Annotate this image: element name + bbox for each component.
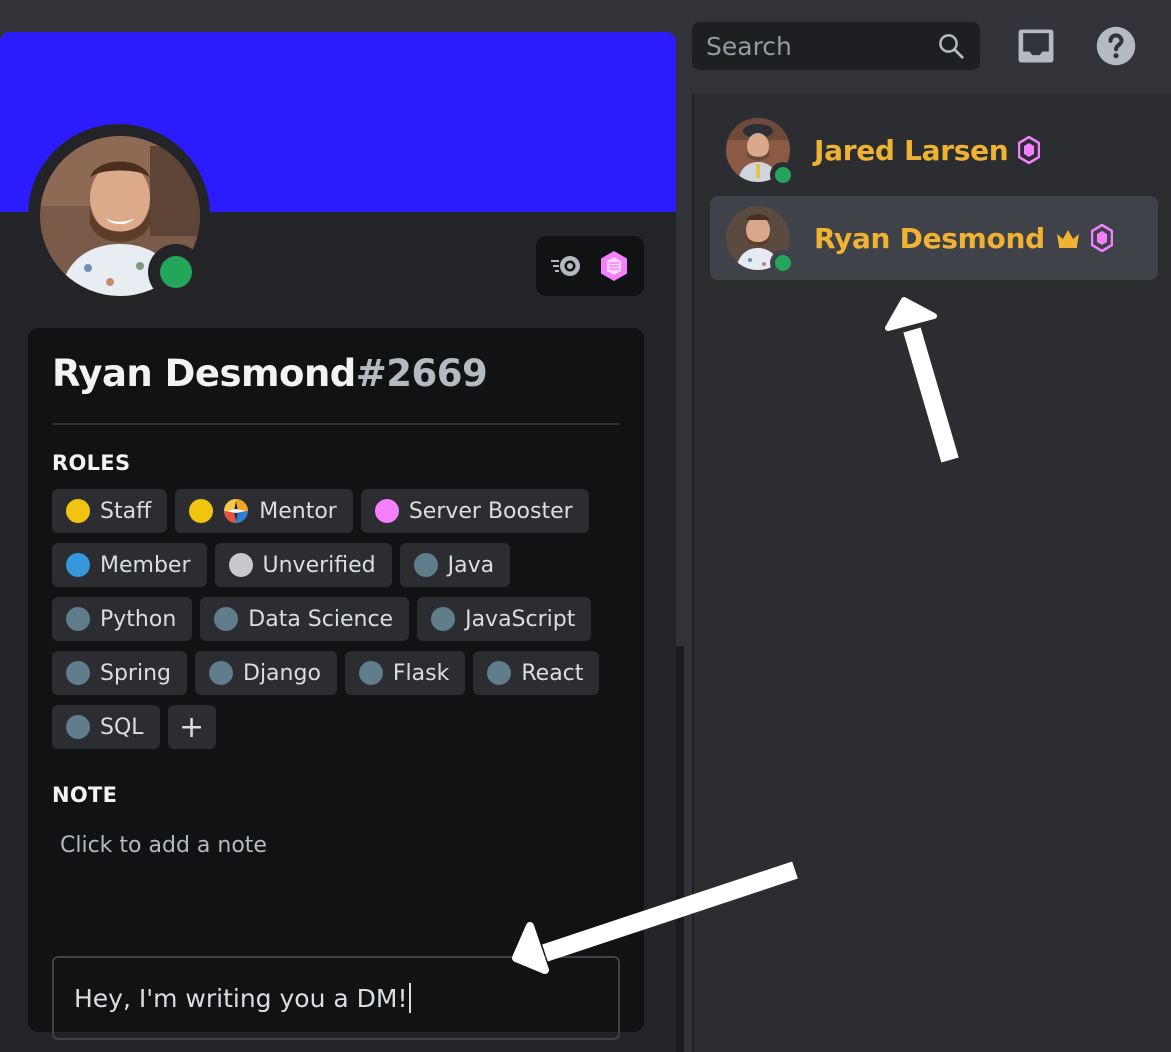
- role-label: Server Booster: [408, 498, 573, 524]
- role-color-dot[interactable]: [228, 553, 253, 577]
- role-pill[interactable]: Python: [52, 597, 193, 641]
- member-list: Jared Larsen Ryan Desmond: [692, 94, 1171, 1052]
- note-title: NOTE: [52, 783, 118, 807]
- profile-badges: [536, 236, 644, 296]
- role-color-dot[interactable]: [66, 499, 90, 523]
- role-color-dot[interactable]: [66, 553, 90, 577]
- profile-username: Ryan Desmond#2669: [52, 352, 620, 395]
- discriminator: #2669: [355, 352, 488, 395]
- compass-icon: [224, 499, 249, 523]
- profile-card: Ryan Desmond#2669 ROLES Staff Mentor Ser…: [28, 328, 644, 1040]
- server-boost-icon[interactable]: [597, 249, 631, 283]
- role-color-dot[interactable]: [374, 499, 399, 523]
- note-input[interactable]: Click to add a note: [60, 833, 620, 858]
- inbox-icon[interactable]: [1014, 24, 1058, 68]
- role-color-dot[interactable]: [214, 607, 239, 631]
- role-pill[interactable]: Django: [195, 651, 337, 695]
- roles-list: Staff Mentor Server Booster Member Unver…: [52, 489, 612, 749]
- search-placeholder: Search: [706, 31, 792, 61]
- user-profile-popout: Ryan Desmond#2669 ROLES Staff Mentor Ser…: [0, 32, 676, 1052]
- role-color-dot[interactable]: [413, 553, 438, 577]
- online-status-icon: [770, 250, 796, 276]
- role-pill[interactable]: Spring: [52, 651, 187, 695]
- role-label: SQL: [100, 714, 144, 740]
- search-input[interactable]: Search: [692, 22, 980, 70]
- role-color-dot[interactable]: [66, 661, 90, 685]
- role-pill[interactable]: SQL: [52, 705, 160, 749]
- divider: [52, 423, 620, 425]
- role-label: Data Science: [248, 606, 394, 632]
- role-color-dot[interactable]: [66, 715, 90, 739]
- role-label: Member: [100, 552, 191, 578]
- role-label: Unverified: [262, 552, 376, 578]
- online-status-icon: [148, 244, 204, 300]
- role-pill[interactable]: Server Booster: [360, 489, 589, 533]
- member-name: Jared Larsen: [814, 133, 1009, 167]
- role-pill[interactable]: Data Science: [200, 597, 410, 641]
- nitro-icon[interactable]: [549, 249, 583, 283]
- role-pill[interactable]: Staff: [52, 489, 168, 533]
- display-name: Ryan Desmond: [52, 352, 356, 395]
- scrollbar[interactable]: [676, 646, 684, 1052]
- avatar: [726, 118, 796, 188]
- role-pill[interactable]: Mentor: [175, 489, 353, 533]
- role-label: Flask: [392, 660, 450, 686]
- message-input[interactable]: Hey, I'm writing you a DM!: [52, 956, 620, 1040]
- role-color-dot[interactable]: [431, 607, 456, 631]
- role-pill[interactable]: JavaScript: [417, 597, 592, 641]
- nitro-boost-icon: [1018, 136, 1041, 164]
- role-color-dot[interactable]: [209, 661, 233, 685]
- role-pill[interactable]: React: [473, 651, 600, 695]
- role-color-dot[interactable]: [189, 499, 214, 523]
- member-item[interactable]: Jared Larsen: [710, 108, 1158, 192]
- avatar: [726, 206, 796, 276]
- search-icon: [939, 34, 964, 59]
- role-color-dot[interactable]: [358, 661, 383, 685]
- nitro-boost-icon: [1090, 224, 1113, 252]
- member-name: Ryan Desmond: [814, 221, 1045, 255]
- role-pill[interactable]: Unverified: [214, 543, 392, 587]
- role-label: Python: [100, 606, 177, 632]
- role-label: React: [521, 660, 584, 686]
- role-pill[interactable]: Member: [52, 543, 207, 587]
- member-item-active[interactable]: Ryan Desmond: [710, 196, 1158, 280]
- crown-icon: [1056, 230, 1079, 248]
- roles-title: ROLES: [52, 451, 131, 475]
- message-text: Hey, I'm writing you a DM!: [74, 983, 408, 1013]
- help-icon[interactable]: [1094, 24, 1138, 68]
- role-label: Django: [243, 660, 321, 686]
- role-color-dot[interactable]: [66, 607, 90, 631]
- role-color-dot[interactable]: [487, 661, 512, 685]
- role-label: Mentor: [259, 498, 337, 524]
- role-pill[interactable]: Flask: [344, 651, 466, 695]
- role-label: Staff: [100, 498, 152, 524]
- role-label: JavaScript: [465, 606, 576, 632]
- text-caret: [409, 983, 412, 1013]
- add-role-button[interactable]: +: [167, 705, 216, 749]
- role-pill[interactable]: Java: [399, 543, 511, 587]
- online-status-icon: [770, 162, 796, 188]
- role-label: Java: [447, 552, 495, 578]
- role-label: Spring: [100, 660, 171, 686]
